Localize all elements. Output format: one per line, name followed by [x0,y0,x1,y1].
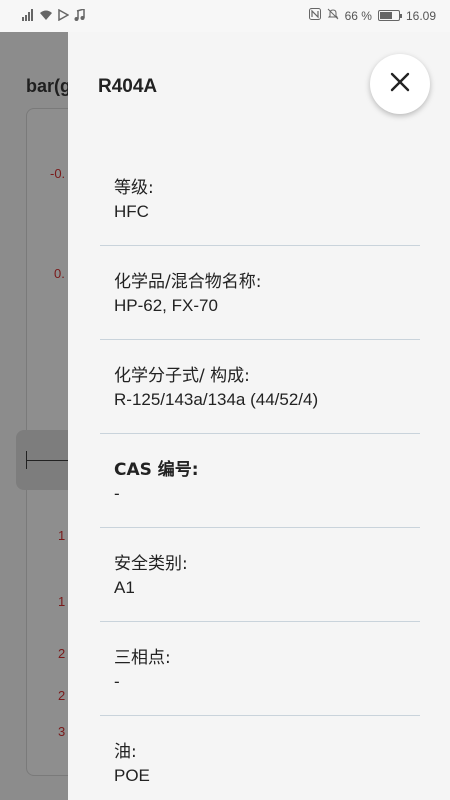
info-label: CAS 编号: [114,460,199,480]
play-store-icon [58,8,70,24]
info-value: POE [114,766,150,785]
scale-label: 1 [58,528,66,543]
nfc-icon [308,8,321,23]
status-bar-left [22,8,85,24]
info-label: 三相点: [114,648,171,668]
info-value: A1 [114,578,135,597]
status-bar-right: 66 % 16.09 [308,8,436,23]
mute-icon [327,8,339,23]
music-icon [74,8,85,24]
battery-icon [377,10,402,21]
battery-percent: 66 % [344,8,372,23]
close-button[interactable] [370,54,430,114]
scale-label: 3 [58,724,66,739]
info-value: HFC [114,202,149,221]
scale-label: -0. [50,166,66,181]
info-label: 化学分子式/ 构成: [114,366,250,386]
info-item-triple-point: 三相点: - [100,622,420,716]
info-item-safety-class: 安全类别: A1 [100,528,420,622]
signal-icon [22,9,34,24]
info-value: - [114,484,120,503]
wifi-icon [39,9,53,24]
info-label: 化学品/混合物名称: [114,272,262,292]
scale-label: 0. [54,266,65,281]
info-value: - [114,672,120,691]
background-title: bar(g [26,76,71,96]
scale-label: 1 [58,594,66,609]
status-bar: 66 % 16.09 [0,0,450,32]
scale-label: 2 [58,646,66,661]
info-label: 等级: [114,178,154,198]
refrigerant-info-drawer: R404A 等级: HFC 化学品/混合物名称: HP-62, FX-70 化学… [68,32,450,800]
clock: 16.09 [405,8,436,23]
info-value: HP-62, FX-70 [114,296,218,315]
battery-fill [379,12,392,19]
info-value: R-125/143a/134a (44/52/4) [114,390,319,409]
close-icon [389,71,411,97]
info-list: 等级: HFC 化学品/混合物名称: HP-62, FX-70 化学分子式/ 构… [100,152,420,800]
info-item-formula: 化学分子式/ 构成: R-125/143a/134a (44/52/4) [100,340,420,434]
info-item-oil: 油: POE [100,716,420,800]
info-item-cas-number: CAS 编号: - [100,434,420,528]
info-item-chemical-name: 化学品/混合物名称: HP-62, FX-70 [100,246,420,340]
drawer-title: R404A [98,76,158,97]
info-label: 油: [114,742,137,762]
slider-tick [26,451,27,469]
info-item-grade: 等级: HFC [100,152,420,246]
scale-label: 2 [58,688,66,703]
info-label: 安全类别: [114,554,188,574]
